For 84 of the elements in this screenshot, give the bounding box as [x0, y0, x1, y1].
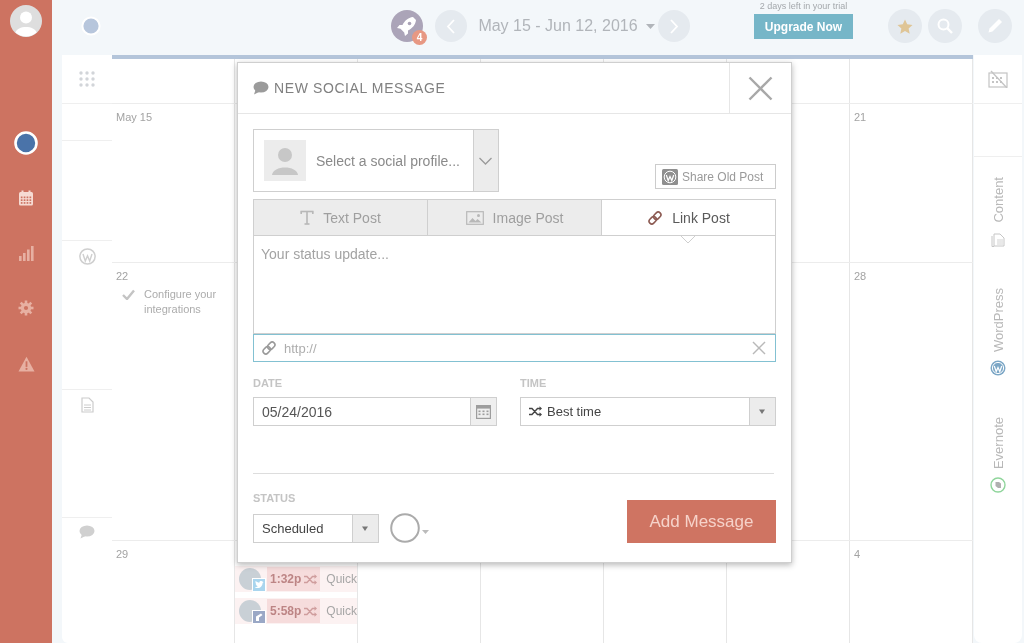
logo-icon: [662, 168, 678, 185]
notification-badge: 4: [412, 30, 427, 45]
calendar-icon[interactable]: [18, 190, 34, 206]
caret-down-icon: [749, 398, 775, 425]
previous-button[interactable]: [435, 10, 467, 42]
search-icon: [937, 18, 953, 34]
chevron-down-icon: [473, 130, 498, 191]
upgrade-button[interactable]: Upgrade Now: [754, 14, 853, 39]
warning-icon[interactable]: [17, 356, 35, 372]
day-number: 29: [116, 548, 129, 560]
pencil-icon: [987, 18, 1003, 34]
next-button[interactable]: [658, 10, 690, 42]
person-icon: [264, 140, 306, 181]
task-text: Configure your integrations: [144, 287, 218, 317]
star-icon: [897, 18, 913, 34]
logo-icon: [990, 359, 1006, 376]
scheduled-post[interactable]: 5:58p Quick: [235, 598, 357, 624]
date-field[interactable]: 05/24/2016: [253, 397, 471, 426]
post-label: Quick: [326, 572, 358, 586]
scheduled-post[interactable]: 1:32p Quick: [235, 566, 357, 592]
search-button[interactable]: [928, 9, 962, 43]
time-select[interactable]: Best time: [520, 397, 776, 426]
speech-bubble-icon: [253, 81, 269, 95]
post-time: 1:32p: [270, 572, 302, 586]
dialog-title: NEW SOCIAL MESSAGE: [274, 80, 446, 96]
shuffle-icon: [304, 573, 318, 585]
text-icon: [300, 210, 315, 225]
day-number: 21: [854, 111, 867, 123]
day-number: May 15: [116, 111, 153, 123]
side-tab[interactable]: Evernote: [990, 416, 1006, 493]
calendar-button[interactable]: [471, 397, 497, 426]
post-type-tab[interactable]: Link Post: [601, 199, 776, 236]
bar-chart-icon[interactable]: [18, 245, 34, 261]
shuffle-icon: [304, 605, 318, 617]
day-number: 22: [116, 270, 129, 282]
post-type-tab[interactable]: Image Post: [427, 199, 602, 236]
add-message-button[interactable]: Add Message: [627, 500, 776, 543]
side-tab[interactable]: WordPress: [990, 287, 1006, 376]
rocket-icon: [396, 15, 418, 37]
caret-down-icon: [352, 514, 378, 542]
close-button[interactable]: [729, 63, 791, 113]
field-label: STATUS: [253, 492, 296, 505]
field-label: DATE: [253, 377, 284, 390]
share-old-post-button[interactable]: Share Old Post: [655, 164, 776, 189]
message-field[interactable]: Your status update...: [253, 236, 776, 334]
date-range-button[interactable]: May 15 - Jun 12, 2016: [475, 10, 658, 42]
avatar-icon[interactable]: [10, 5, 42, 37]
status-select[interactable]: Scheduled: [253, 513, 379, 543]
day-number: 28: [854, 270, 867, 282]
link-icon: [261, 340, 277, 356]
pointer-icon: [681, 236, 695, 244]
post-type-tab[interactable]: Text Post: [253, 199, 428, 236]
trial-notice: 2 days left in your trial: [759, 0, 848, 12]
post-time: 5:58p: [270, 604, 302, 618]
favorites-button[interactable]: [888, 9, 922, 43]
image-icon: [465, 210, 484, 225]
speech-bubble-icon[interactable]: [79, 525, 95, 539]
close-icon: [748, 75, 773, 101]
circled-logo-icon: [990, 476, 1006, 493]
calendar-icon[interactable]: [988, 70, 1008, 88]
chevron-left-icon: [446, 18, 456, 34]
clear-icon[interactable]: [752, 341, 766, 355]
field-label: TIME: [520, 377, 547, 390]
chevron-right-icon: [669, 18, 679, 34]
calendar-icon: [476, 404, 491, 419]
circle-icon[interactable]: [390, 513, 420, 543]
caret-down-icon: [645, 23, 655, 29]
gear-icon[interactable]: [18, 300, 34, 316]
rocket-button[interactable]: [391, 10, 423, 42]
compose-button[interactable]: [978, 9, 1012, 43]
bird-icon: [252, 578, 266, 592]
logo-icon[interactable]: [78, 248, 96, 265]
profile-select[interactable]: Select a social profile...: [253, 129, 499, 192]
badge-icon: [252, 610, 266, 624]
caret-down-icon[interactable]: [422, 530, 429, 534]
shuffle-icon: [529, 406, 542, 417]
url-field[interactable]: http://: [253, 334, 776, 362]
document-icon: [991, 230, 1005, 247]
post-label: Quick: [326, 604, 358, 618]
link-icon: [647, 209, 664, 226]
day-number: 4: [854, 548, 861, 560]
side-tab[interactable]: Content: [990, 177, 1006, 247]
document-icon[interactable]: [80, 397, 94, 413]
grid-icon[interactable]: [79, 71, 95, 87]
